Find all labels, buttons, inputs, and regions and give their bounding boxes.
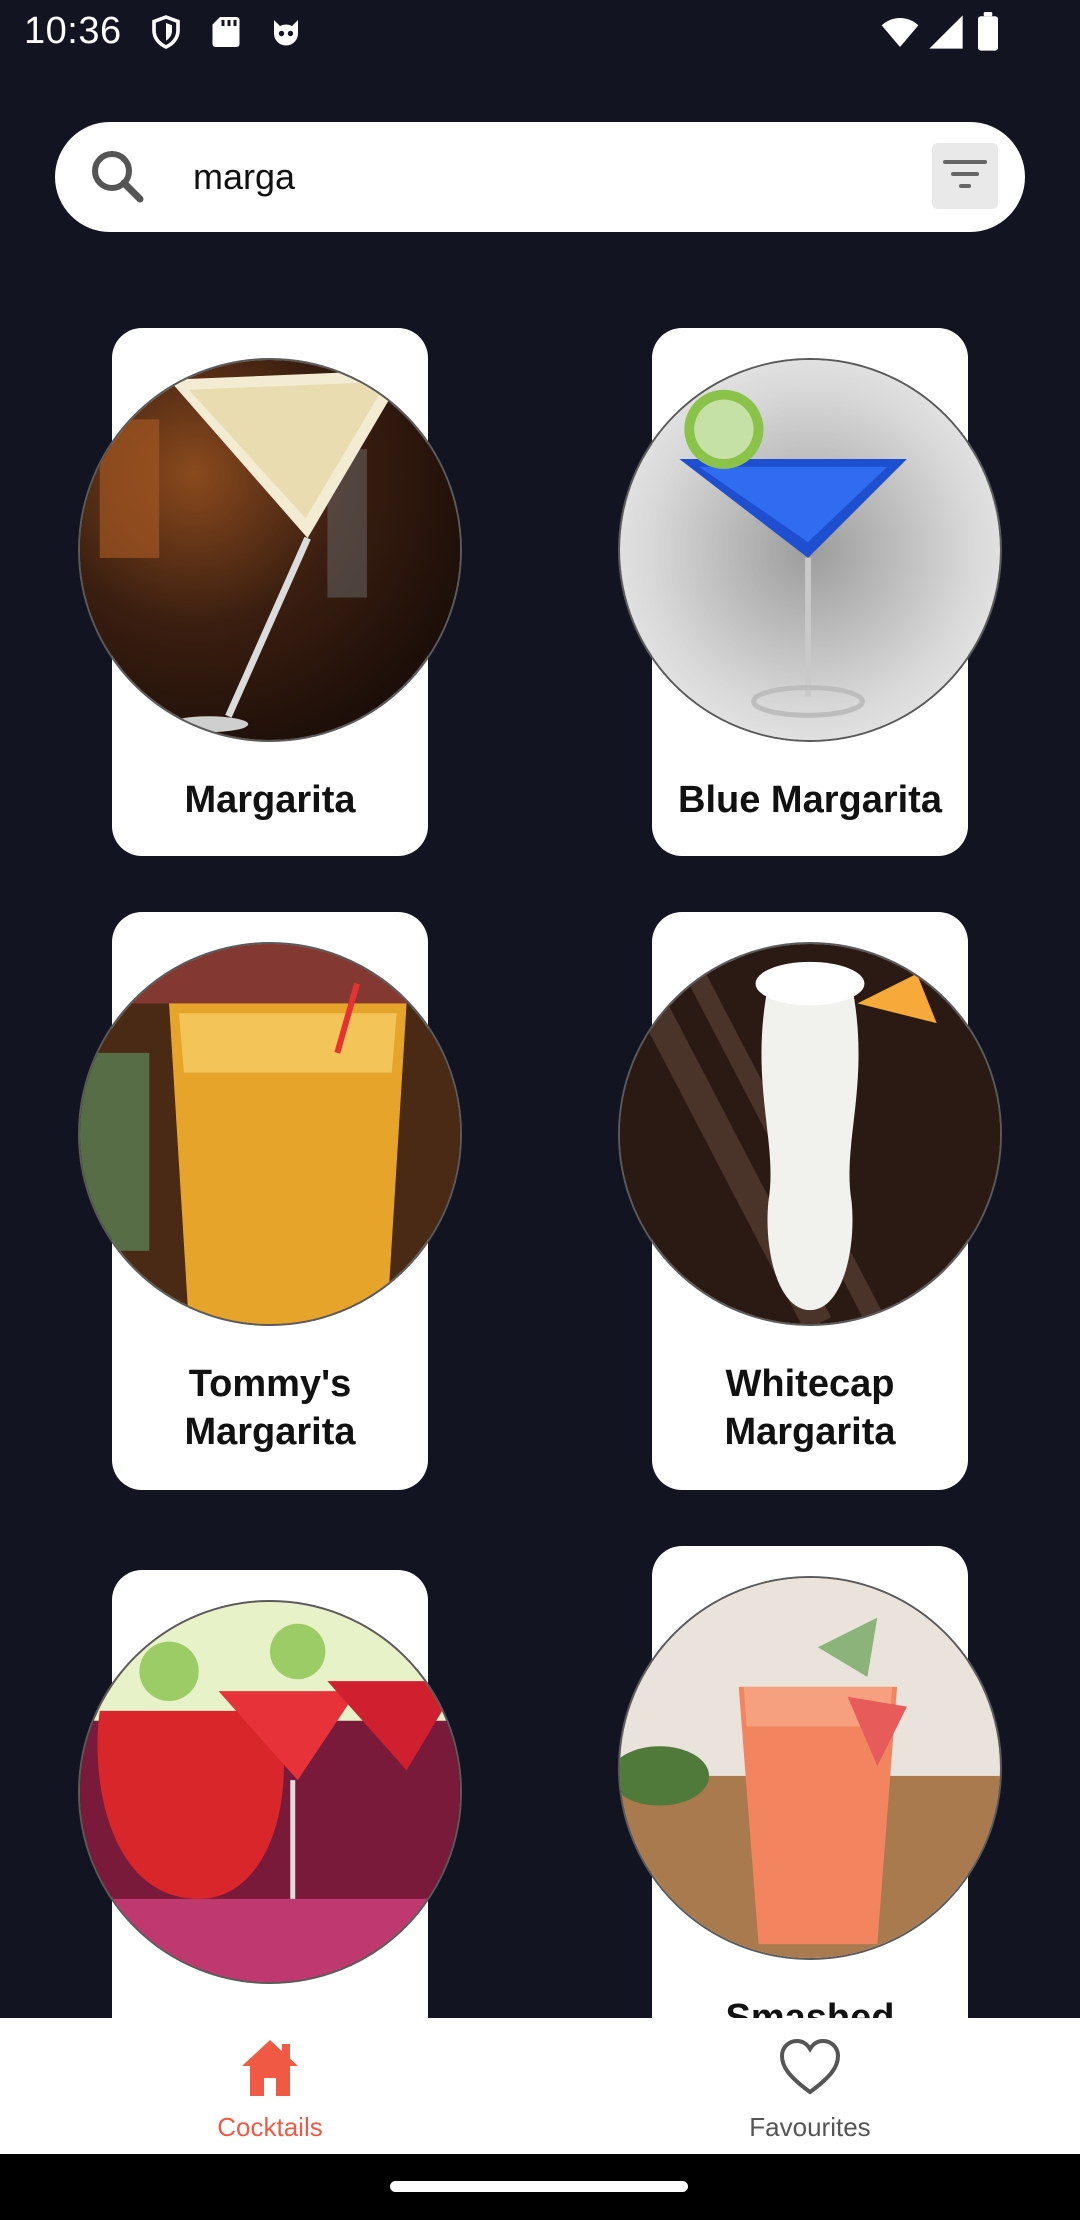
cocktail-card[interactable]	[78, 1570, 462, 2050]
cocktail-name: Tommy's Margarita	[184, 1363, 356, 1453]
signal-icon	[926, 12, 966, 52]
cocktail-name: Margarita	[184, 779, 356, 821]
nav-item-cocktails[interactable]: Cocktails	[0, 2018, 540, 2154]
wifi-icon	[880, 12, 920, 52]
nav-label-favourites: Favourites	[749, 2112, 871, 2142]
filter-button[interactable]	[932, 143, 998, 209]
bottom-navigation: Cocktails Favourites	[0, 2018, 1080, 2154]
search-input[interactable]	[193, 146, 953, 208]
shield-icon	[148, 14, 184, 50]
cocktail-image	[78, 942, 462, 1326]
search-bar	[55, 122, 1025, 232]
cocktail-image	[618, 942, 1002, 1326]
cocktail-card[interactable]: Blue Margarita	[618, 328, 1002, 856]
cocktail-name: Whitecap Margarita	[724, 1363, 896, 1453]
cocktail-image	[618, 1576, 1002, 1960]
filter-icon	[941, 154, 989, 199]
battery-icon	[976, 12, 1008, 52]
status-time: 10:36	[24, 10, 122, 52]
gesture-handle[interactable]	[390, 2181, 688, 2192]
cocktail-image	[618, 358, 1002, 742]
cocktail-card[interactable]: Margarita	[78, 328, 462, 856]
cocktail-card[interactable]: Whitecap Margarita	[618, 912, 1002, 1490]
cocktail-card[interactable]: Smashed	[618, 1546, 1002, 2050]
nav-item-favourites[interactable]: Favourites	[540, 2018, 1080, 2154]
search-icon[interactable]	[87, 146, 147, 206]
cocktail-image	[78, 358, 462, 742]
heart-icon	[778, 2036, 842, 2100]
cat-face-icon	[268, 14, 304, 50]
nav-label-cocktails: Cocktails	[217, 2112, 323, 2142]
sd-card-icon	[208, 14, 244, 50]
cocktail-image	[78, 1600, 462, 1984]
cocktail-card[interactable]: Tommy's Margarita	[78, 912, 462, 1490]
cocktail-name: Blue Margarita	[678, 779, 942, 821]
cocktail-search-screen: 10:36 marga Margarita Blue Margarita Tom…	[0, 0, 1080, 2220]
home-icon	[238, 2036, 302, 2100]
status-bar: 10:36	[0, 0, 1080, 66]
